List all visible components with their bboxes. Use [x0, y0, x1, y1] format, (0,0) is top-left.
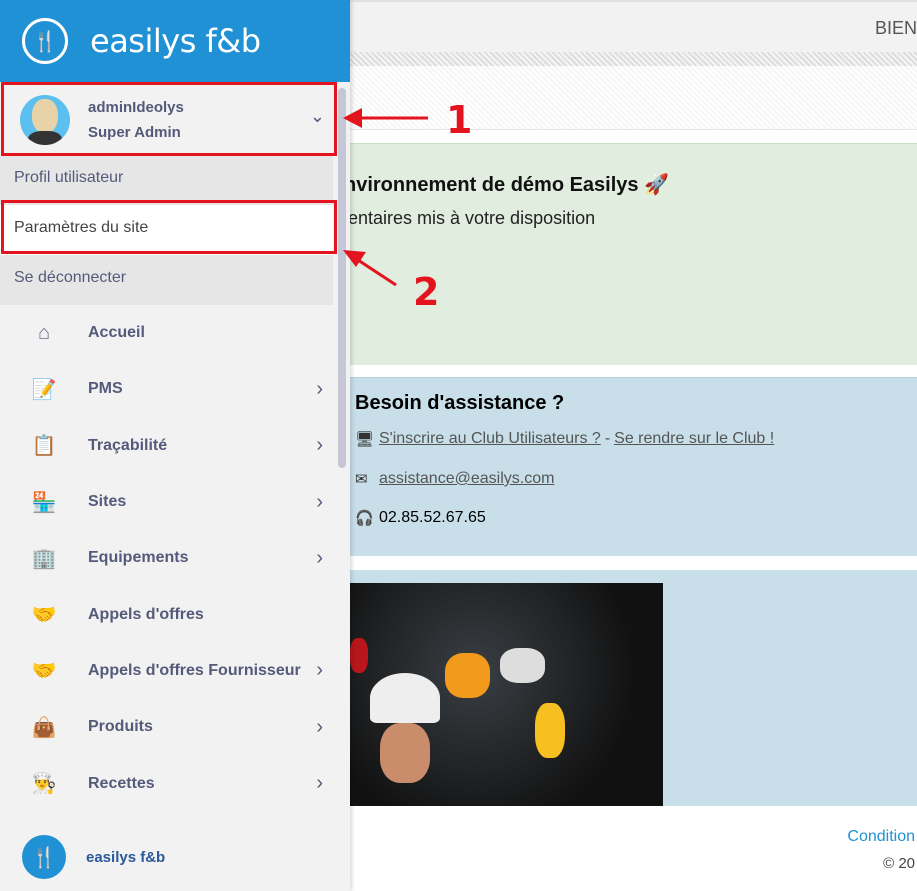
arrow-1-head: [343, 108, 362, 128]
arrow-2: [357, 258, 397, 287]
annotation-number-2: 2: [413, 270, 440, 314]
annotation-number-1: 1: [446, 98, 473, 142]
